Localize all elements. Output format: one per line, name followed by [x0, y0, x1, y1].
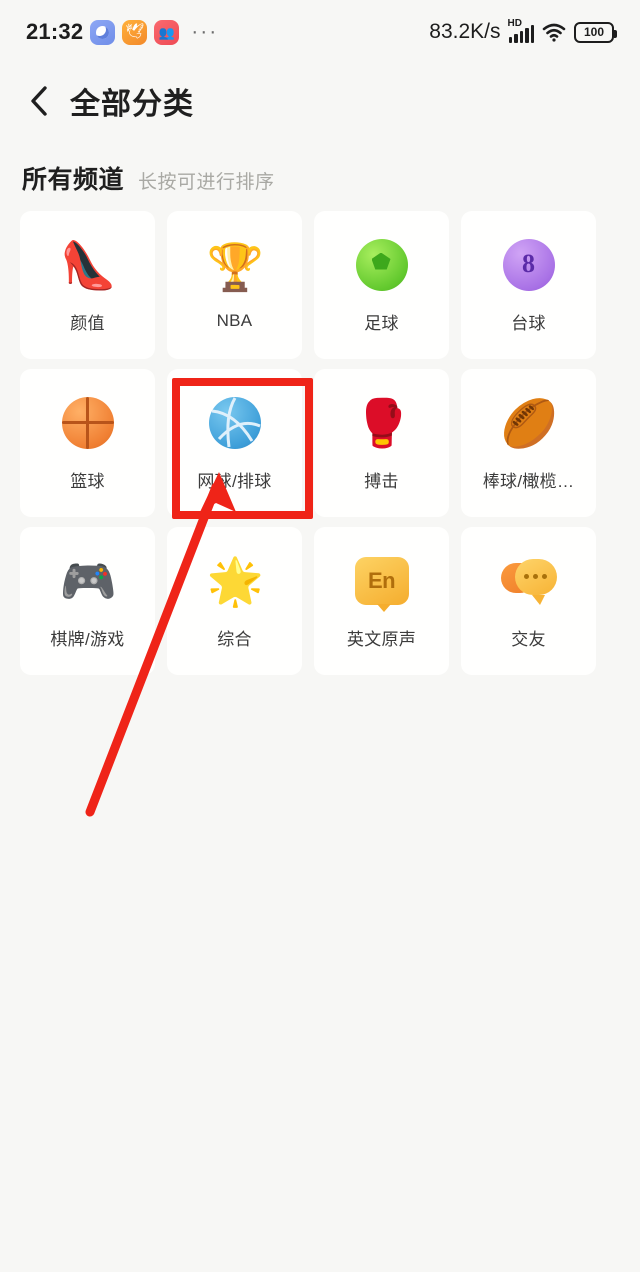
rugby-ball-icon: 🏉: [500, 396, 558, 449]
battery-icon: 100: [574, 21, 617, 43]
channel-label: 综合: [217, 629, 252, 649]
smiling-star-icon: 🌟: [206, 554, 264, 607]
wifi-icon: [542, 22, 566, 42]
chevron-left-icon: [31, 86, 47, 116]
status-bar-left: 21:32 ···: [26, 19, 218, 45]
channel-tile-baseball-rugby[interactable]: 🏉 棒球/橄榄…: [461, 369, 596, 517]
channel-label: 搏击: [364, 471, 399, 491]
billiard-eight-ball-icon: [501, 237, 557, 293]
cellular-signal-icon: HD: [507, 18, 534, 43]
channel-tile-yanzhi[interactable]: 👠 颜值: [20, 211, 155, 359]
channel-tile-cards-games[interactable]: 🎮 棋牌/游戏: [20, 527, 155, 675]
status-bar: 21:32 ··· 83.2K/s HD 100: [0, 0, 640, 64]
social-app-icon: [154, 19, 180, 45]
channel-tile-billiards[interactable]: 台球: [461, 211, 596, 359]
channel-label: 足球: [364, 313, 399, 333]
english-badge-icon: En: [354, 553, 410, 612]
channel-label: 颜值: [70, 313, 105, 333]
channel-tile-football[interactable]: 足球: [314, 211, 449, 359]
high-heel-shoe-icon: 👠: [59, 238, 117, 291]
section-title: 所有频道: [22, 166, 125, 194]
channel-label: 棋牌/游戏: [50, 629, 125, 649]
back-button[interactable]: [22, 84, 56, 118]
channel-tile-basketball[interactable]: 篮球: [20, 369, 155, 517]
boxing-glove-icon: 🥊: [353, 396, 411, 449]
page-title: 全部分类: [70, 88, 194, 121]
notification-overflow-icon: ···: [191, 20, 219, 43]
trophy-icon: 🏆: [206, 241, 264, 293]
channel-label: 网球/排球: [197, 471, 272, 491]
channel-label: 交友: [511, 629, 546, 649]
speech-bubbles-icon: [500, 553, 557, 609]
channel-tile-english-audio[interactable]: En 英文原声: [314, 527, 449, 675]
channel-label: 篮球: [70, 471, 105, 491]
phone-screen: 21:32 ··· 83.2K/s HD 100: [0, 0, 640, 1272]
network-speed-text: 83.2K/s: [429, 20, 501, 43]
channel-tile-tennis-volleyball[interactable]: 网球/排球: [167, 369, 302, 517]
status-time: 21:32: [26, 19, 84, 44]
hd-label: HD: [507, 18, 522, 29]
basketball-icon: [60, 395, 116, 451]
section-header: 所有频道 长按可进行排序: [22, 160, 275, 196]
game-controller-icon: 🎮: [59, 554, 117, 607]
channel-grid: 👠 颜值 🏆 NBA 足球 台球 篮球: [20, 211, 620, 675]
channel-label: 棒球/橄榄…: [482, 471, 575, 491]
channel-label: 台球: [511, 313, 546, 333]
messenger-app-icon: [90, 19, 116, 45]
section-subtitle: 长按可进行排序: [138, 172, 275, 193]
channel-tile-variety[interactable]: 🌟 综合: [167, 527, 302, 675]
channel-tile-make-friends[interactable]: 交友: [461, 527, 596, 675]
channel-tile-fighting[interactable]: 🥊 搏击: [314, 369, 449, 517]
soccer-ball-icon: [354, 237, 410, 293]
volleyball-icon: [207, 395, 263, 451]
navigation-bar: 全部分类: [0, 64, 640, 138]
channel-tile-nba[interactable]: 🏆 NBA: [167, 211, 302, 359]
channel-label: 英文原声: [346, 629, 417, 649]
bird-app-icon: [122, 19, 148, 45]
battery-level-text: 100: [583, 25, 605, 39]
channel-label: NBA: [216, 311, 253, 330]
status-bar-right: 83.2K/s HD 100: [429, 18, 617, 44]
